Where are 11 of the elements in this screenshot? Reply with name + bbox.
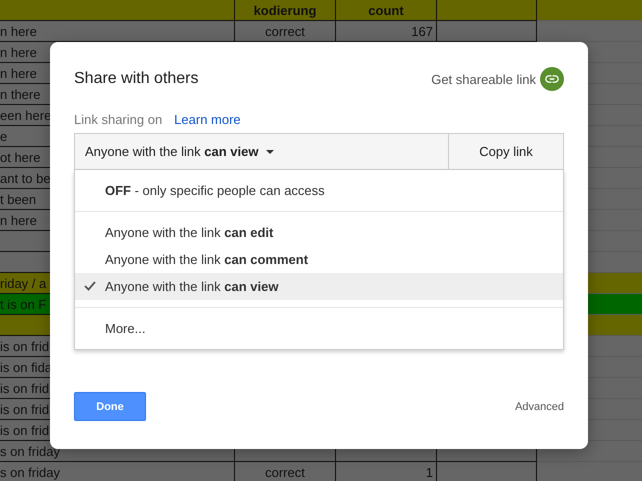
caret-icon [266, 150, 274, 154]
shareable-link[interactable]: Get shareable link [431, 67, 564, 91]
menu-item[interactable]: Anyone with the link can comment [75, 246, 563, 273]
table-cell: 1 [336, 462, 437, 481]
advanced-link[interactable]: Advanced [515, 400, 564, 412]
menu-item[interactable]: Anyone with the link can view [75, 273, 563, 300]
table-cell: correct [235, 462, 336, 481]
link-sharing-label: Link sharing on [74, 112, 162, 127]
table-cell: s on friday [0, 462, 235, 481]
link-icon [540, 67, 564, 91]
check-icon [84, 281, 96, 291]
